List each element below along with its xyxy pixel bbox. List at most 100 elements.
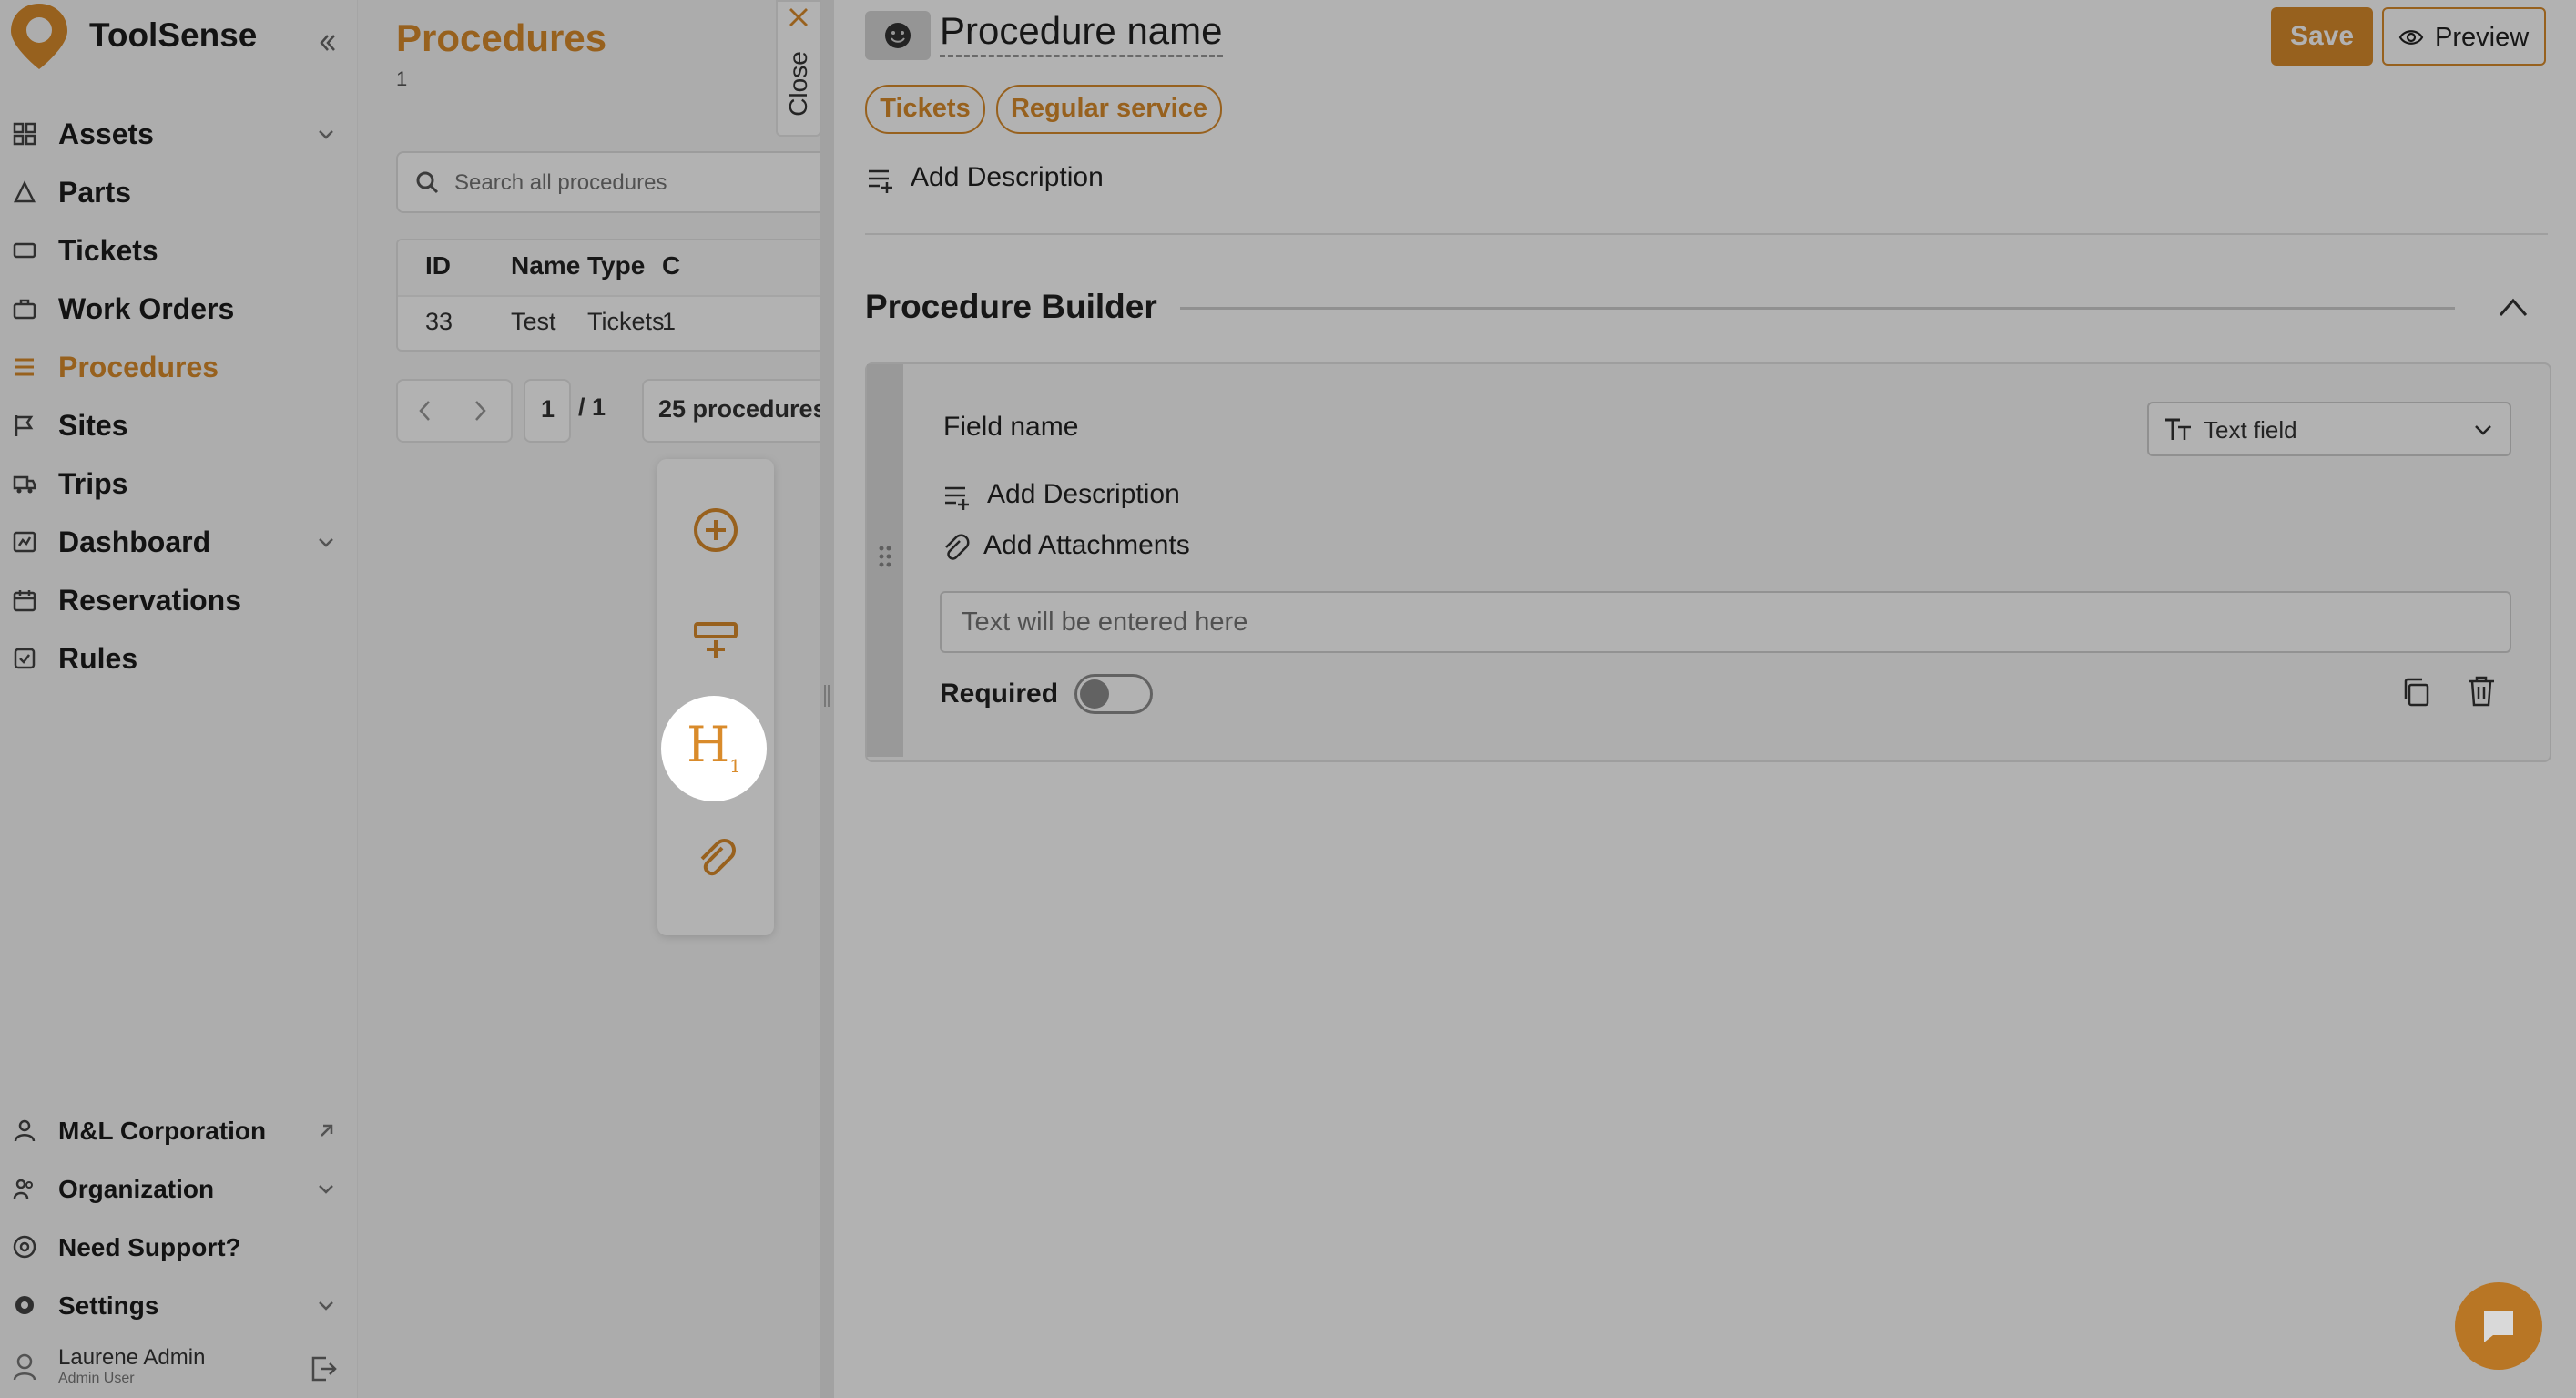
page-size-select[interactable]: 25 procedures bbox=[642, 379, 820, 443]
sidebar-item-dashboard[interactable]: Dashboard bbox=[0, 514, 357, 568]
sidebar-item-mandl-corporation[interactable]: M&L Corporation bbox=[0, 1102, 357, 1157]
cell-id[interactable]: 33 bbox=[425, 308, 453, 336]
chevron-down-icon[interactable] bbox=[313, 1293, 339, 1319]
close-label: Close bbox=[784, 51, 812, 117]
save-button[interactable]: Save bbox=[2271, 7, 2373, 66]
page-number-box[interactable]: 1 bbox=[524, 379, 571, 443]
column-header-id[interactable]: ID bbox=[425, 251, 451, 281]
dashboard-icon bbox=[13, 530, 36, 554]
sidebar-item-sites[interactable]: Sites bbox=[0, 397, 357, 452]
sidebar: ToolSense Assets Parts Tickets Work Orders P… bbox=[0, 0, 358, 1398]
column-header-type[interactable]: Type bbox=[587, 251, 645, 281]
eye-icon bbox=[2398, 27, 2424, 47]
builder-title: Procedure Builder bbox=[865, 288, 1157, 325]
add-attachment-button[interactable] bbox=[670, 812, 761, 903]
emoji-picker-button[interactable] bbox=[865, 11, 931, 60]
sidebar-item-label: Trips bbox=[58, 467, 128, 500]
cell-type[interactable]: Tickets bbox=[587, 308, 665, 336]
page-number: 1 bbox=[541, 395, 555, 423]
duplicate-icon[interactable] bbox=[2400, 676, 2431, 709]
close-icon[interactable] bbox=[787, 5, 810, 29]
add-section-button[interactable] bbox=[670, 594, 761, 685]
field-type-label: Text field bbox=[2204, 416, 2297, 444]
brand-name: ToolSense bbox=[89, 16, 258, 54]
chevron-down-icon[interactable] bbox=[313, 530, 339, 556]
gear-icon bbox=[13, 1293, 36, 1317]
tag-chip-tickets[interactable]: Tickets bbox=[865, 85, 985, 134]
chat-support-button[interactable] bbox=[2455, 1282, 2542, 1370]
sidebar-item-label: Assets bbox=[58, 117, 154, 150]
preview-label: Preview bbox=[2435, 23, 2530, 52]
preview-button[interactable]: Preview bbox=[2382, 7, 2546, 66]
search-input[interactable] bbox=[453, 166, 820, 200]
add-heading-button[interactable]: H1 bbox=[663, 698, 765, 800]
brand-logo-icon[interactable] bbox=[5, 0, 73, 73]
heading-icon: H1 bbox=[687, 716, 741, 777]
divider bbox=[865, 233, 2548, 235]
sidebar-item-work-orders[interactable]: Work Orders bbox=[0, 281, 357, 335]
list-count: 1 bbox=[396, 67, 408, 90]
add-section-icon bbox=[694, 622, 738, 658]
cell-c[interactable]: 1 bbox=[662, 308, 676, 336]
page-size-label: 25 procedures bbox=[658, 395, 820, 423]
user-role: Admin User bbox=[58, 1371, 135, 1386]
column-header-c[interactable]: C bbox=[662, 251, 680, 281]
search-box[interactable] bbox=[396, 151, 820, 213]
external-link-icon[interactable] bbox=[313, 1118, 339, 1144]
user-name: Laurene Admin bbox=[58, 1345, 206, 1370]
sidebar-item-reservations[interactable]: Reservations bbox=[0, 572, 357, 627]
chevron-down-icon bbox=[2471, 418, 2495, 442]
sidebar-item-organization[interactable]: Organization bbox=[0, 1160, 357, 1215]
pager-arrows bbox=[396, 379, 513, 443]
attachment-icon bbox=[700, 839, 736, 876]
cell-name[interactable]: Test bbox=[511, 308, 556, 336]
required-label: Required bbox=[940, 679, 1059, 709]
column-header-name[interactable]: Name bbox=[511, 251, 580, 281]
add-description-icon bbox=[867, 168, 896, 193]
field-add-description-label: Add Description bbox=[987, 479, 1180, 509]
grid-icon bbox=[13, 122, 36, 146]
field-name-input[interactable]: Field name bbox=[943, 412, 1078, 443]
calendar-icon bbox=[13, 588, 36, 612]
collapse-sidebar-icon[interactable] bbox=[313, 29, 341, 56]
text-answer-field[interactable] bbox=[940, 591, 2511, 653]
flag-icon bbox=[13, 413, 36, 437]
sidebar-item-rules[interactable]: Rules bbox=[0, 630, 357, 685]
sidebar-item-settings[interactable]: Settings bbox=[0, 1277, 357, 1332]
sidebar-item-label: Reservations bbox=[58, 584, 241, 617]
tag-chip-regular-service[interactable]: Regular service bbox=[996, 85, 1222, 134]
chevron-down-icon[interactable] bbox=[313, 1177, 339, 1202]
sidebar-item-label: Settings bbox=[58, 1291, 159, 1320]
person-icon bbox=[13, 1118, 36, 1142]
sidebar-item-label: Work Orders bbox=[58, 292, 235, 325]
user-avatar-icon bbox=[13, 1353, 36, 1381]
drag-handle[interactable] bbox=[867, 364, 903, 757]
chat-icon bbox=[2484, 1311, 2513, 1342]
sidebar-item-label: Parts bbox=[58, 176, 132, 209]
collapse-chevron-up-icon[interactable] bbox=[2495, 293, 2531, 321]
text-answer-input[interactable] bbox=[960, 604, 2493, 640]
list-title: Procedures bbox=[396, 16, 607, 59]
chevron-down-icon[interactable] bbox=[313, 122, 339, 148]
sidebar-item-label: Sites bbox=[58, 409, 128, 442]
sidebar-item-tickets[interactable]: Tickets bbox=[0, 222, 357, 277]
prev-page-icon[interactable] bbox=[414, 399, 436, 423]
add-field-button[interactable] bbox=[670, 485, 761, 576]
sidebar-item-procedures[interactable]: Procedures bbox=[0, 339, 357, 393]
sidebar-item-trips[interactable]: Trips bbox=[0, 455, 357, 510]
sidebar-item-need-support[interactable]: Need Support? bbox=[0, 1219, 357, 1273]
field-type-select[interactable]: Text field bbox=[2147, 402, 2511, 456]
next-page-icon[interactable] bbox=[469, 399, 491, 423]
help-icon bbox=[13, 1235, 36, 1259]
procedures-table: ID Name Type C 33 Test Tickets 1 bbox=[396, 239, 820, 352]
ticket-icon bbox=[13, 239, 36, 262]
procedure-name-input[interactable]: Procedure name bbox=[940, 9, 1223, 57]
logout-icon[interactable] bbox=[308, 1353, 339, 1384]
sidebar-item-assets[interactable]: Assets bbox=[0, 106, 357, 160]
trash-icon[interactable] bbox=[2466, 674, 2497, 709]
add-description-icon bbox=[943, 485, 972, 510]
toggle-knob bbox=[1080, 679, 1109, 709]
required-toggle[interactable] bbox=[1074, 674, 1153, 714]
sidebar-item-parts[interactable]: Parts bbox=[0, 164, 357, 219]
close-panel-tab[interactable]: Close bbox=[776, 0, 821, 137]
